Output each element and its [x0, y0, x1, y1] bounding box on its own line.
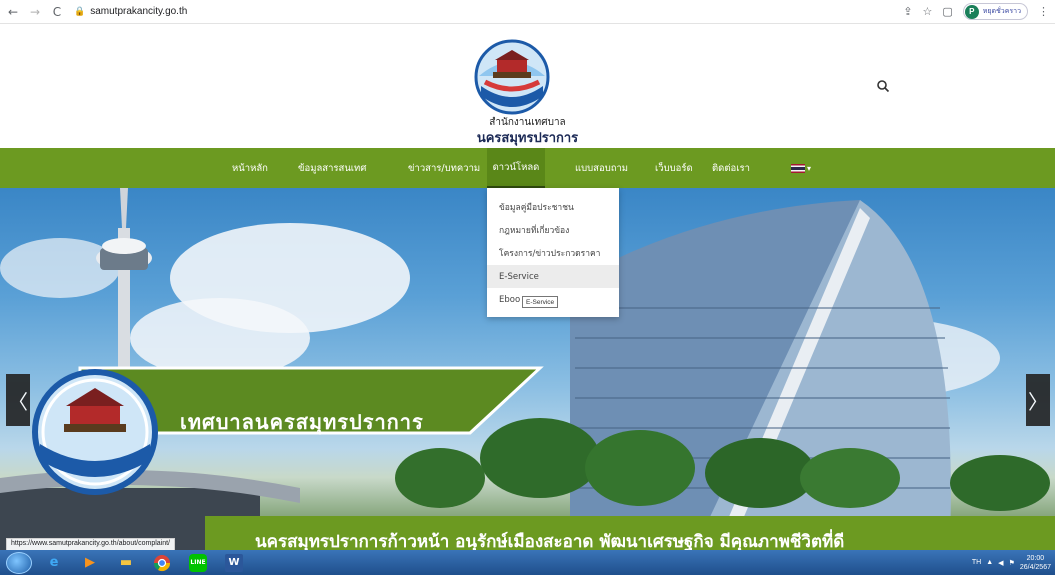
chrome-icon[interactable] [148, 552, 176, 574]
chevron-down-icon: ▾ [807, 163, 812, 173]
dropdown-item-e-service[interactable]: E-Service [487, 265, 619, 288]
folder-icon[interactable]: ▬ [112, 552, 140, 574]
nav-home[interactable]: หน้าหลัก [232, 148, 268, 188]
sidepanel-icon[interactable]: ▢ [942, 5, 952, 18]
back-icon[interactable]: ← [4, 3, 22, 21]
taskbar: e ▶ ▬ LINE W TH ▲ ◀ ⚑ 20:00 26/4/2567 [0, 550, 1055, 575]
dropdown-item-citizen-manual[interactable]: ข้อมูลคู่มือประชาชน [487, 195, 619, 218]
nav-survey[interactable]: แบบสอบถาม [575, 148, 628, 188]
lock-icon: 🔒 [74, 6, 86, 17]
slider-next-button[interactable]: 〉 [1026, 374, 1050, 426]
nav-contact[interactable]: ติดต่อเรา [712, 148, 750, 188]
main-nav: หน้าหลัก ข้อมูลสารสนเทศ ข่าวสาร/บทความ ด… [0, 148, 1055, 188]
hero-banner-title: เทศบาลนครสมุทรปราการ [180, 410, 424, 434]
city-logo[interactable] [473, 38, 551, 116]
profile-label: หยุดชั่วคราว [982, 7, 1021, 15]
nav-news[interactable]: ข่าวสาร/บทความ [408, 148, 480, 188]
language-indicator[interactable]: TH [972, 559, 981, 566]
avatar: P [964, 4, 979, 19]
start-button[interactable] [6, 551, 32, 574]
url-text: samutprakancity.go.th [90, 6, 188, 17]
site-header: สำนักงานเทศบาล นครสมุทรปราการ [0, 24, 1055, 148]
clock-date: 26/4/2567 [1019, 563, 1051, 571]
dropdown-item-procurement[interactable]: โครงการ/ข่าวประกวดราคา [487, 241, 619, 264]
media-icon[interactable]: ▶ [76, 552, 104, 574]
tooltip: E-Service [522, 296, 559, 308]
nav-information[interactable]: ข้อมูลสารสนเทศ [298, 148, 366, 188]
thai-flag-icon [791, 163, 805, 173]
flag-icon[interactable]: ⚑ [1009, 559, 1015, 567]
nav-download[interactable]: ดาวน์โหลด [487, 148, 545, 188]
forward-icon[interactable]: → [26, 3, 44, 21]
volume-icon[interactable]: ◀ [998, 559, 1003, 567]
org-name-big: นครสมุทรปราการ [476, 131, 579, 146]
network-icon[interactable]: ▲ [986, 559, 993, 566]
language-selector[interactable]: ▾ [791, 148, 811, 188]
share-icon[interactable]: ⇪ [903, 5, 912, 18]
hero-bottom-banner: นครสมุทรปราการก้าวหน้า อนุรักษ์เมืองสะอา… [255, 532, 845, 550]
word-icon[interactable]: W [220, 552, 248, 574]
reload-icon[interactable]: C [48, 3, 66, 21]
clock[interactable]: 20:00 26/4/2567 [1020, 554, 1051, 572]
clock-time: 20:00 [1026, 554, 1045, 562]
nav-webboard[interactable]: เว็บบอร์ด [655, 148, 693, 188]
slider-prev-button[interactable]: 〈 [6, 374, 30, 426]
menu-icon[interactable]: ⋮ [1038, 5, 1049, 18]
profile-button[interactable]: P หยุดชั่วคราว [962, 3, 1028, 20]
dropdown-item-laws[interactable]: กฎหมายที่เกี่ยวข้อง [487, 218, 619, 241]
browser-toolbar: ← → C 🔒 samutprakancity.go.th ⇪ ☆ ▢ P หย… [0, 0, 1055, 24]
search-icon[interactable] [876, 79, 890, 93]
line-icon[interactable]: LINE [184, 552, 212, 574]
system-tray: TH ▲ ◀ ⚑ 20:00 26/4/2567 [972, 550, 1051, 575]
star-icon[interactable]: ☆ [922, 5, 932, 18]
address-bar[interactable]: 🔒 samutprakancity.go.th [74, 3, 187, 21]
ie-icon[interactable]: e [40, 552, 68, 574]
